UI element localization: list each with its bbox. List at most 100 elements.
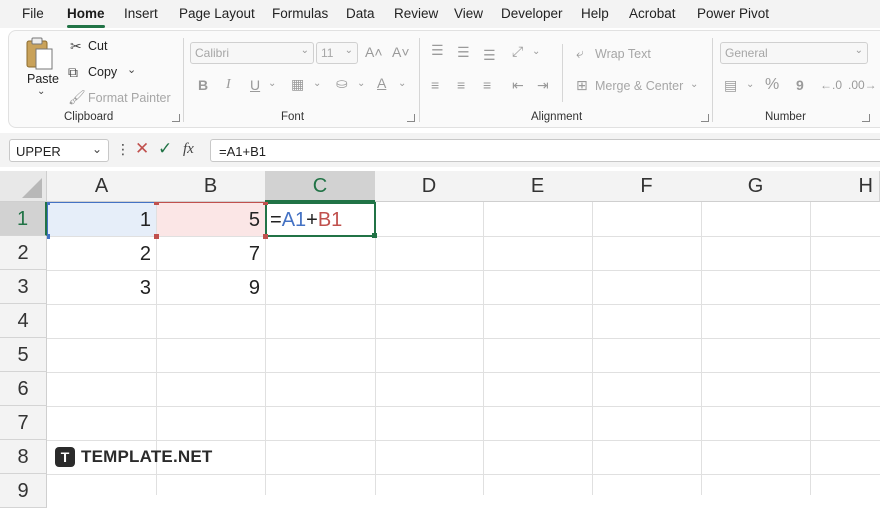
merge-center-button[interactable]: Merge & Center	[595, 79, 683, 93]
row-header-2[interactable]: 2	[0, 236, 47, 270]
ribbon-separator	[712, 38, 713, 122]
menu-developer[interactable]: Developer	[501, 6, 563, 21]
menu-view[interactable]: View	[454, 6, 483, 21]
increase-font-icon[interactable]: A˄	[365, 44, 383, 60]
row-header-8[interactable]: 8	[0, 440, 47, 474]
cell-b1[interactable]: 5	[156, 203, 264, 237]
font-launcher-icon[interactable]	[407, 114, 415, 122]
number-format-dropdown[interactable]: General ⌄	[720, 42, 868, 64]
align-bottom-icon[interactable]: ☰	[483, 47, 496, 63]
gridline	[701, 202, 702, 495]
align-top-icon[interactable]: ☰	[431, 42, 444, 58]
cell-a1[interactable]: 1	[47, 203, 155, 237]
font-color-icon[interactable]: A	[377, 75, 386, 91]
row-header-5[interactable]: 5	[0, 338, 47, 372]
clipboard-launcher-icon[interactable]	[172, 114, 180, 122]
row-header-7[interactable]: 7	[0, 406, 47, 440]
row-header-1[interactable]: 1	[0, 202, 47, 236]
menu-help[interactable]: Help	[581, 6, 609, 21]
format-painter-icon: 🖌	[68, 89, 86, 105]
cell-a2[interactable]: 2	[47, 237, 155, 271]
menu-home[interactable]: Home	[67, 6, 105, 21]
chevron-down-icon[interactable]: ⌄	[690, 77, 698, 93]
number-launcher-icon[interactable]	[862, 114, 870, 122]
menu-review[interactable]: Review	[394, 6, 438, 21]
copy-dropdown-icon[interactable]: ⌄	[127, 63, 136, 76]
column-header-g[interactable]: G	[701, 171, 811, 202]
chevron-down-icon[interactable]: ⌄	[92, 142, 102, 156]
cancel-icon[interactable]: ✕	[135, 140, 149, 157]
menu-page-layout[interactable]: Page Layout	[179, 6, 255, 21]
chevron-down-icon[interactable]: ⌄	[313, 76, 321, 92]
menu-acrobat[interactable]: Acrobat	[629, 6, 676, 21]
insert-function-icon[interactable]: fx	[183, 141, 194, 157]
row-header-3[interactable]: 3	[0, 270, 47, 304]
name-box-value: UPPER	[16, 144, 61, 159]
format-painter-button[interactable]: Format Painter	[88, 91, 171, 105]
percent-button[interactable]: %	[765, 77, 779, 93]
formula-equals: =	[270, 209, 282, 231]
formula-input[interactable]: =A1+B1	[210, 139, 880, 162]
more-options-icon[interactable]: ⋮	[116, 141, 130, 157]
column-header-e[interactable]: E	[483, 171, 593, 202]
font-name-dropdown[interactable]: Calibri ⌄	[190, 42, 314, 64]
wrap-text-button[interactable]: Wrap Text	[595, 47, 651, 61]
column-header-h[interactable]: H	[810, 171, 880, 202]
row-header-6[interactable]: 6	[0, 372, 47, 406]
menu-power-pivot[interactable]: Power Pivot	[697, 6, 769, 21]
copy-button[interactable]: Copy	[88, 65, 117, 79]
bold-button[interactable]: B	[198, 77, 208, 93]
ribbon-separator	[183, 38, 184, 122]
italic-button[interactable]: I	[226, 77, 231, 93]
menu-data[interactable]: Data	[346, 6, 375, 21]
paste-icon	[26, 37, 53, 70]
chevron-down-icon[interactable]: ⌄	[357, 76, 365, 92]
cell-b2[interactable]: 7	[156, 237, 264, 271]
accounting-format-icon[interactable]: ▤	[724, 77, 737, 93]
name-box[interactable]: UPPER ⌄	[9, 139, 109, 162]
menu-file[interactable]: File	[22, 6, 44, 21]
select-all-triangle-icon	[22, 178, 42, 198]
cell-b3[interactable]: 9	[156, 271, 264, 305]
fill-color-icon[interactable]: ⛀	[336, 75, 348, 91]
align-center-icon[interactable]: ≡	[457, 77, 465, 93]
chevron-down-icon[interactable]: ⌄	[268, 76, 276, 92]
underline-button[interactable]: U	[250, 77, 260, 93]
row-header-9[interactable]: 9	[0, 474, 47, 508]
gridline	[47, 474, 880, 475]
copy-icon: ⧉	[68, 64, 78, 80]
column-header-d[interactable]: D	[375, 171, 484, 202]
decrease-decimal-icon[interactable]: .00→	[848, 77, 877, 93]
column-header-f[interactable]: F	[592, 171, 702, 202]
column-header-b[interactable]: B	[156, 171, 266, 202]
column-header-c[interactable]: C	[265, 171, 376, 202]
font-size-dropdown[interactable]: 11 ⌄	[316, 42, 358, 64]
active-tab-indicator	[67, 25, 105, 28]
font-group-label: Font	[281, 111, 305, 123]
chevron-down-icon[interactable]: ⌄	[398, 76, 406, 92]
decrease-indent-icon[interactable]: ⇤	[512, 77, 524, 93]
cut-button[interactable]: Cut	[88, 39, 107, 53]
comma-style-button[interactable]: 9	[796, 77, 804, 93]
chevron-down-icon[interactable]: ⌄	[746, 77, 754, 93]
enter-icon[interactable]: ✓	[158, 140, 172, 157]
align-middle-icon[interactable]: ☰	[457, 44, 470, 60]
cell-a3[interactable]: 3	[47, 271, 155, 305]
borders-icon[interactable]: ▦	[291, 76, 304, 92]
row-header-4[interactable]: 4	[0, 304, 47, 338]
chevron-down-icon: ⌄	[300, 45, 309, 56]
paste-button[interactable]: Paste ⌄	[22, 36, 60, 102]
alignment-launcher-icon[interactable]	[701, 114, 709, 122]
align-left-icon[interactable]: ≡	[431, 77, 439, 93]
column-header-a[interactable]: A	[47, 171, 157, 202]
menu-insert[interactable]: Insert	[124, 6, 158, 21]
orientation-icon[interactable]: ⤢	[512, 43, 523, 59]
menu-formulas[interactable]: Formulas	[272, 6, 328, 21]
chevron-down-icon[interactable]: ⌄	[532, 44, 540, 60]
align-right-icon[interactable]: ≡	[483, 77, 491, 93]
gridline	[47, 440, 880, 441]
increase-decimal-icon[interactable]: ←.0	[820, 77, 842, 93]
wrap-text-icon: ⤶	[576, 45, 584, 61]
decrease-font-icon[interactable]: A˅	[392, 44, 410, 60]
increase-indent-icon[interactable]: ⇥	[537, 77, 549, 93]
